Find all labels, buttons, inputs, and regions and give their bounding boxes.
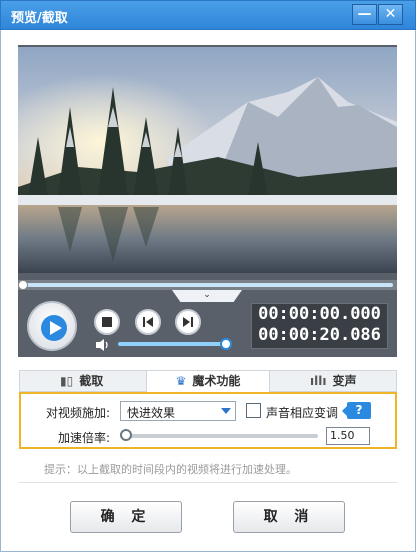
chevron-down-icon	[221, 408, 231, 414]
step-back-icon	[143, 317, 153, 327]
effect-dropdown[interactable]: 快进效果	[120, 401, 236, 421]
volume-slider[interactable]	[118, 342, 226, 346]
video-frame-image	[18, 47, 397, 273]
seek-knob[interactable]	[18, 280, 28, 290]
minimize-button[interactable]: —	[352, 4, 377, 25]
apply-effect-label: 对视频施加:	[46, 406, 111, 420]
stop-icon	[102, 317, 112, 327]
ok-button[interactable]: 确 定	[70, 501, 182, 533]
cancel-button[interactable]: 取 消	[233, 501, 345, 533]
previous-frame-button[interactable]	[135, 309, 161, 335]
effect-selected-value: 快进效果	[127, 406, 176, 420]
current-time: 00:00:00.000	[258, 304, 381, 324]
stop-button[interactable]	[94, 309, 120, 335]
tab-cut[interactable]: ▮▯ 截取	[60, 371, 103, 392]
tab-cut-label: 截取	[79, 374, 104, 388]
seek-track	[22, 283, 393, 287]
seek-bar[interactable]	[18, 280, 397, 290]
play-button[interactable]	[27, 301, 77, 351]
title-bar: 预览/截取 — ✕	[0, 0, 416, 30]
rate-label: 加速倍率:	[58, 431, 111, 445]
window-title: 预览/截取	[11, 11, 68, 26]
tab-voice[interactable]: ıllı 变声	[310, 371, 356, 392]
tab-magic[interactable]: ♛ 魔术功能	[146, 371, 270, 393]
sound-wave-icon: ıllı	[310, 374, 327, 388]
close-button[interactable]: ✕	[378, 4, 403, 25]
film-cut-icon: ▮▯	[60, 374, 74, 388]
video-preview[interactable]	[18, 47, 397, 273]
tab-magic-label: 魔术功能	[192, 374, 241, 388]
total-time: 00:00:20.086	[258, 325, 381, 345]
collapse-toggle[interactable]: ⌄	[172, 290, 242, 302]
help-button[interactable]: ?	[342, 402, 371, 419]
hint-text: 提示：以上截取的时间段内的视频将进行加速处理。	[44, 463, 297, 476]
pitch-checkbox[interactable]	[246, 403, 261, 418]
rate-input[interactable]: 1.50	[326, 427, 370, 445]
magic-hat-icon: ♛	[175, 374, 187, 388]
rate-slider[interactable]	[126, 434, 318, 438]
play-icon	[41, 315, 67, 341]
pitch-label: 声音相应变调	[266, 406, 339, 420]
volume-knob[interactable]	[220, 338, 232, 350]
function-tabs: ▮▯ 截取 ♛ 魔术功能 ıllı 变声	[19, 370, 397, 393]
time-display: 00:00:00.000 00:00:20.086	[251, 303, 388, 349]
rate-slider-knob[interactable]	[120, 429, 132, 441]
step-forward-icon	[183, 317, 193, 327]
next-frame-button[interactable]	[175, 309, 201, 335]
divider	[19, 482, 397, 483]
volume-icon[interactable]	[95, 338, 111, 352]
tab-voice-label: 变声	[332, 374, 357, 388]
